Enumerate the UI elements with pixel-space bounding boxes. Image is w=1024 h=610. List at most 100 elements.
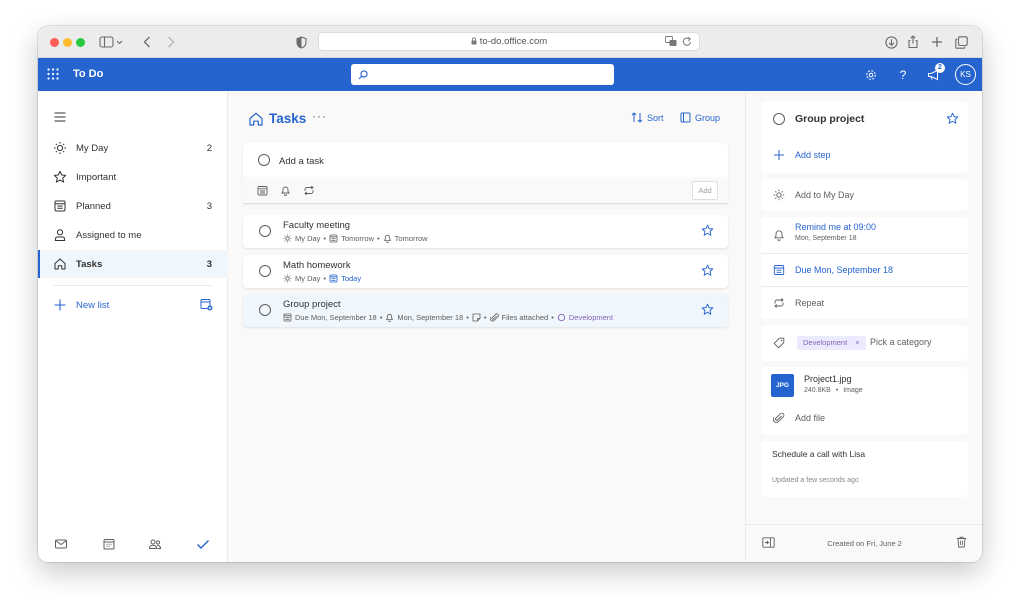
search-input[interactable] (351, 64, 614, 85)
task-note[interactable]: Schedule a call with Lisa (772, 449, 865, 459)
task-title: Math homework (283, 260, 351, 271)
repeat-label: Repeat (795, 298, 825, 308)
group-label: Group (695, 112, 721, 123)
close-window-button[interactable] (50, 38, 59, 47)
sort-button[interactable]: Sort (631, 112, 664, 123)
importance-star-icon[interactable] (946, 112, 959, 125)
add-task-input[interactable] (279, 153, 699, 169)
file-name[interactable]: Project1.jpg (804, 374, 852, 384)
hamburger-menu-icon[interactable] (54, 112, 66, 122)
task-details-pane: Group project Add step Add to My Day Rem… (745, 91, 982, 562)
task-item[interactable]: Math homework My Day • Today (243, 255, 728, 288)
sort-arrows-icon (631, 112, 643, 123)
sidebar-item-label: Important (76, 171, 117, 183)
translate-icon[interactable] (665, 36, 677, 47)
importance-star-icon[interactable] (701, 264, 714, 277)
details-task-title[interactable]: Group project (795, 113, 864, 125)
sidebar-toggle-icon[interactable] (98, 33, 126, 51)
due-date-icon[interactable] (257, 185, 268, 196)
list-home-icon (248, 111, 264, 127)
sort-label: Sort (647, 112, 664, 123)
url-text: to-do.office.com (319, 36, 699, 47)
task-meta-due: Tomorrow (341, 234, 374, 243)
calendar-icon[interactable] (102, 537, 116, 551)
help-icon[interactable]: ? (894, 66, 912, 84)
add-to-my-day-label: Add to My Day (795, 190, 855, 200)
avatar[interactable]: KS (955, 64, 976, 85)
repeat-row[interactable]: Repeat (761, 287, 968, 319)
task-item[interactable]: Group project Due Mon, September 18 • Mo… (243, 294, 728, 327)
complete-checkbox[interactable] (259, 265, 271, 277)
task-meta-reminder: Mon, September 18 (397, 313, 464, 322)
calendar-icon (329, 234, 338, 243)
new-list-button[interactable]: New list (38, 291, 228, 319)
plus-icon (773, 149, 785, 161)
app-launcher-icon[interactable] (47, 68, 59, 80)
back-icon[interactable] (140, 33, 154, 51)
task-meta-category: Development (568, 313, 614, 322)
task-meta: My Day • Today (283, 274, 361, 283)
more-options-icon[interactable]: ··· (312, 109, 327, 123)
meta-separator: • (483, 313, 487, 322)
reminder-bell-icon[interactable] (280, 185, 291, 196)
page-title[interactable]: Tasks (269, 111, 306, 126)
task-item[interactable]: Faculty meeting My Day • Tomorrow • Tomo… (243, 215, 728, 248)
tab-overview-icon[interactable] (954, 33, 968, 51)
remind-me-row[interactable]: Remind me at 09:00 Mon, September 18 (761, 217, 968, 253)
forward-icon[interactable] (164, 33, 178, 51)
reload-icon[interactable] (682, 36, 692, 47)
bell-icon (773, 229, 785, 241)
bell-icon (383, 234, 392, 243)
sun-icon (53, 141, 67, 155)
sidebar-item-important[interactable]: Important (38, 163, 228, 191)
category-tag[interactable]: Development × (797, 336, 866, 350)
details-footer: Created on Fri, June 2 (746, 524, 982, 562)
new-tab-icon[interactable] (930, 33, 944, 51)
repeat-icon[interactable] (303, 185, 315, 196)
due-date-row[interactable]: Due Mon, September 18 (761, 254, 968, 286)
app-title[interactable]: To Do (73, 68, 103, 80)
sidebar-item-tasks[interactable]: Tasks 3 (38, 250, 228, 278)
importance-star-icon[interactable] (701, 303, 714, 316)
file-size: 240.8KB (804, 387, 831, 394)
calendar-icon (329, 274, 338, 283)
sidebar-item-my-day[interactable]: My Day 2 (38, 134, 228, 162)
new-group-icon[interactable] (200, 298, 213, 311)
add-task-circle-icon (258, 154, 270, 166)
jpg-file-icon: JPG (771, 374, 794, 397)
zoom-window-button[interactable] (76, 38, 85, 47)
remove-category-icon[interactable]: × (855, 338, 859, 347)
todo-check-icon[interactable] (196, 537, 210, 551)
home-icon (53, 257, 67, 271)
add-button[interactable]: Add (692, 181, 718, 200)
group-button[interactable]: Group (680, 112, 720, 123)
address-bar[interactable]: to-do.office.com (318, 32, 700, 51)
sidebar: My Day 2 Important Planned 3 Assigned to… (38, 91, 228, 562)
mail-icon[interactable] (54, 537, 68, 551)
settings-gear-icon[interactable] (862, 66, 880, 84)
downloads-icon[interactable] (884, 33, 898, 51)
sidebar-item-planned[interactable]: Planned 3 (38, 192, 228, 220)
add-file-button[interactable]: Add file (761, 409, 968, 429)
importance-star-icon[interactable] (701, 224, 714, 237)
sun-icon (773, 189, 785, 201)
complete-checkbox[interactable] (773, 113, 785, 125)
privacy-shield-icon[interactable] (294, 33, 308, 51)
trash-icon[interactable] (956, 536, 967, 548)
schedule-card: Remind me at 09:00 Mon, September 18 Due… (761, 217, 968, 319)
minimize-window-button[interactable] (63, 38, 72, 47)
sidebar-item-assigned-to-me[interactable]: Assigned to me (38, 221, 228, 249)
pick-category-button[interactable]: Pick a category (870, 337, 932, 347)
note-card[interactable]: Schedule a call with Lisa Updated a few … (761, 441, 968, 497)
add-to-my-day-card[interactable]: Add to My Day (761, 179, 968, 211)
add-step-button[interactable]: Add step (761, 147, 968, 165)
repeat-icon (773, 297, 785, 309)
complete-checkbox[interactable] (259, 225, 271, 237)
sun-icon (283, 234, 292, 243)
share-icon[interactable] (906, 33, 920, 51)
add-file-label: Add file (795, 413, 826, 423)
people-icon[interactable] (148, 537, 162, 551)
task-meta-my-day: My Day (295, 274, 321, 283)
file-info: 240.8KB • Image (804, 387, 863, 394)
complete-checkbox[interactable] (259, 304, 271, 316)
